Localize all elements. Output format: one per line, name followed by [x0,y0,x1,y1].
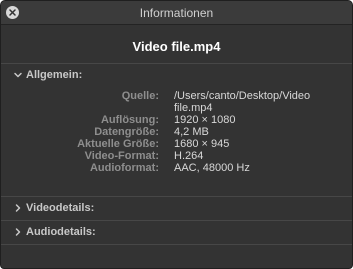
detail-value: /Users/canto/Desktop/Video file.mp4 [174,90,311,114]
section-video-details-toggle[interactable]: Videodetails: [13,202,94,214]
divider [1,196,352,197]
detail-value: AAC, 48000 Hz [174,162,250,174]
detail-key: Datengröße: [94,126,159,138]
detail-key: Video-Format: [84,150,159,162]
chevron-right-icon [15,204,21,212]
divider [1,220,352,221]
detail-value: 4,2 MB [174,126,209,138]
general-details: Quelle: /Users/canto/Desktop/Video file.… [1,90,352,174]
detail-row-current-size: Aktuelle Größe: 1680 × 945 [1,138,352,150]
divider [1,244,352,245]
detail-row-video-format: Video-Format: H.264 [1,150,352,162]
chevron-right-icon [15,228,21,236]
detail-key: Quelle: [121,90,159,102]
detail-row-source: Quelle: /Users/canto/Desktop/Video file.… [1,90,352,114]
section-video-details-label: Videodetails: [26,202,95,214]
divider [1,63,352,64]
detail-row-audio-format: Audioformat: AAC, 48000 Hz [1,162,352,174]
detail-value: H.264 [174,150,204,162]
info-window: Informationen Video file.mp4 Allgemein: … [0,0,353,269]
detail-value: 1680 × 945 [174,138,230,150]
detail-key: Auflösung: [100,114,159,126]
section-audio-details-label: Audiodetails: [26,226,96,238]
detail-row-data-size: Datengröße: 4,2 MB [1,126,352,138]
chevron-down-icon [14,72,22,78]
section-general-label: Allgemein: [26,69,83,81]
detail-value: 1920 × 1080 [174,114,236,126]
detail-key: Audioformat: [89,162,159,174]
detail-row-resolution: Auflösung: 1920 × 1080 [1,114,352,126]
window-title: Informationen [139,6,214,20]
title-bar: Informationen [1,1,352,25]
section-audio-details-toggle[interactable]: Audiodetails: [13,226,96,238]
section-general-toggle[interactable]: Allgemein: [13,69,82,81]
file-name: Video file.mp4 [132,39,221,54]
detail-key: Aktuelle Größe: [77,138,159,150]
